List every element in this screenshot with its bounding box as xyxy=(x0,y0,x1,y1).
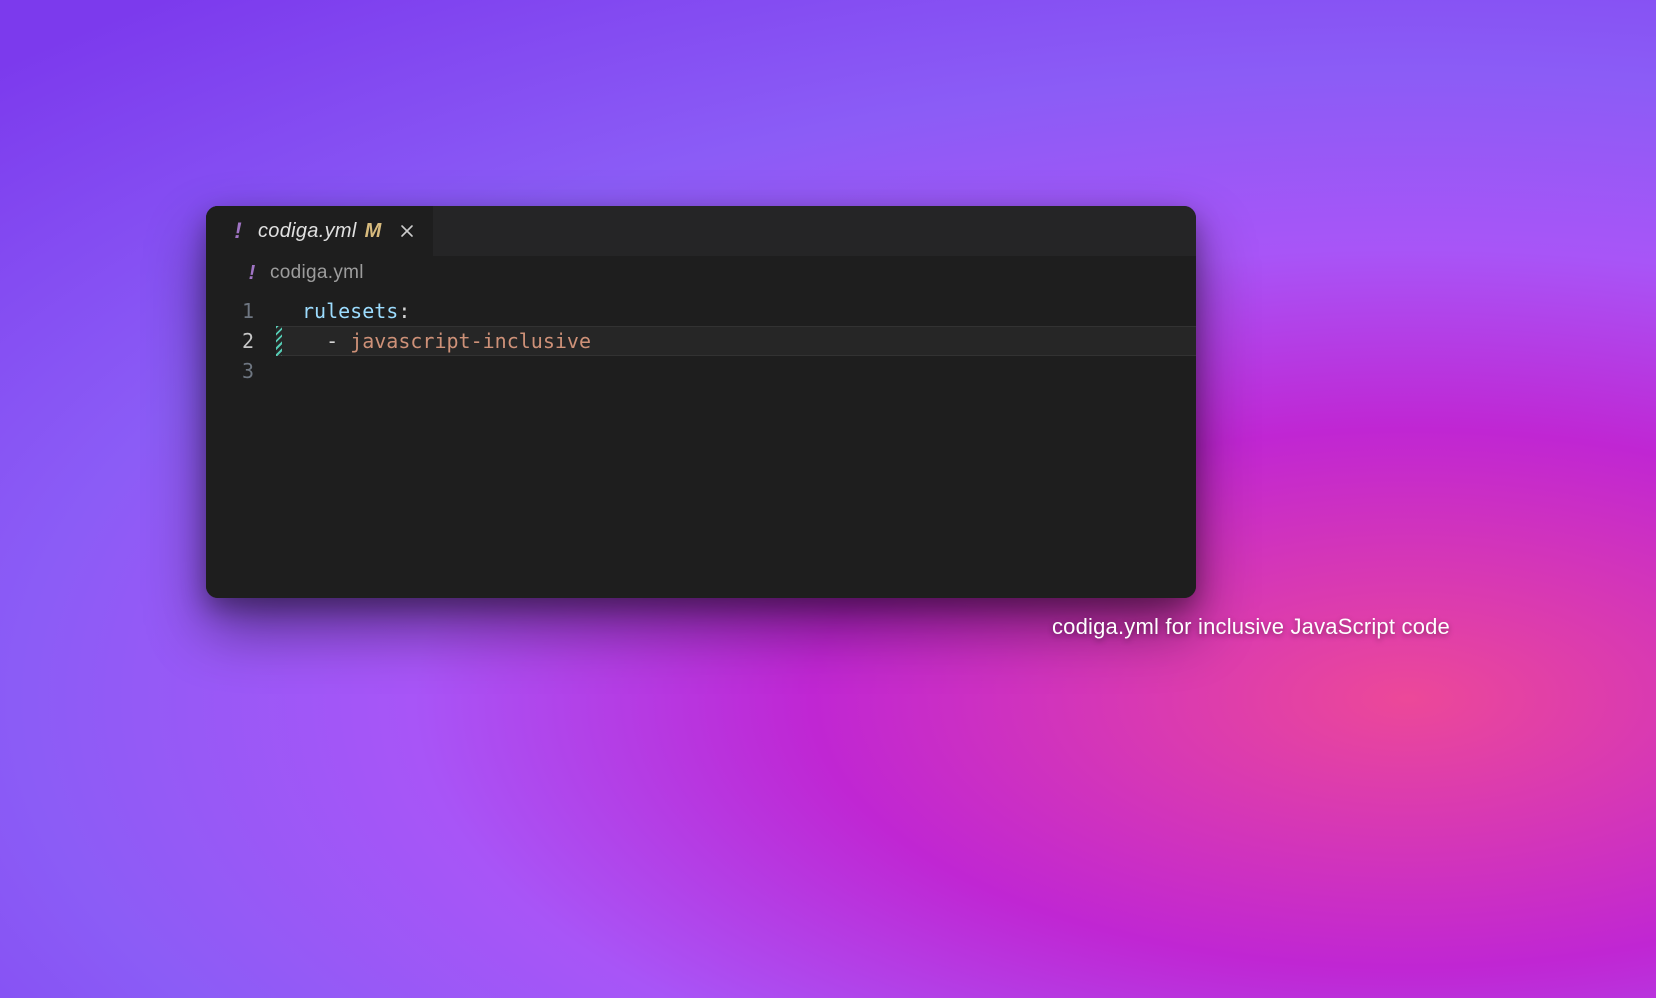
yaml-dash: - xyxy=(326,329,350,353)
yaml-indent xyxy=(302,329,326,353)
tab-bar: ! codiga.yml M xyxy=(206,206,1196,256)
tab-filename: codiga.yml xyxy=(258,220,357,243)
image-caption: codiga.yml for inclusive JavaScript code xyxy=(1052,614,1450,640)
close-icon[interactable] xyxy=(397,221,417,241)
editor-tab[interactable]: ! codiga.yml M xyxy=(206,206,433,256)
line-number: 1 xyxy=(206,296,254,326)
yaml-file-icon: ! xyxy=(228,221,248,241)
yaml-value: javascript-inclusive xyxy=(350,329,591,353)
line-number: 2 xyxy=(206,326,254,356)
code-line xyxy=(302,356,1196,386)
yaml-file-icon: ! xyxy=(242,263,262,283)
editor-window: ! codiga.yml M ! codiga.yml 1 2 3 rulese… xyxy=(206,206,1196,598)
tab-modified-indicator: M xyxy=(365,220,382,243)
code-content[interactable]: rulesets: - javascript-inclusive xyxy=(276,290,1196,598)
breadcrumb-filename: codiga.yml xyxy=(270,262,364,284)
breadcrumb[interactable]: ! codiga.yml xyxy=(206,256,1196,290)
yaml-key: rulesets xyxy=(302,299,398,323)
line-number-gutter: 1 2 3 xyxy=(206,290,276,598)
code-area[interactable]: 1 2 3 rulesets: - javascript-inclusive xyxy=(206,290,1196,598)
code-line: - javascript-inclusive xyxy=(302,326,1196,356)
code-line: rulesets: xyxy=(302,296,1196,326)
line-number: 3 xyxy=(206,356,254,386)
yaml-colon: : xyxy=(398,299,410,323)
